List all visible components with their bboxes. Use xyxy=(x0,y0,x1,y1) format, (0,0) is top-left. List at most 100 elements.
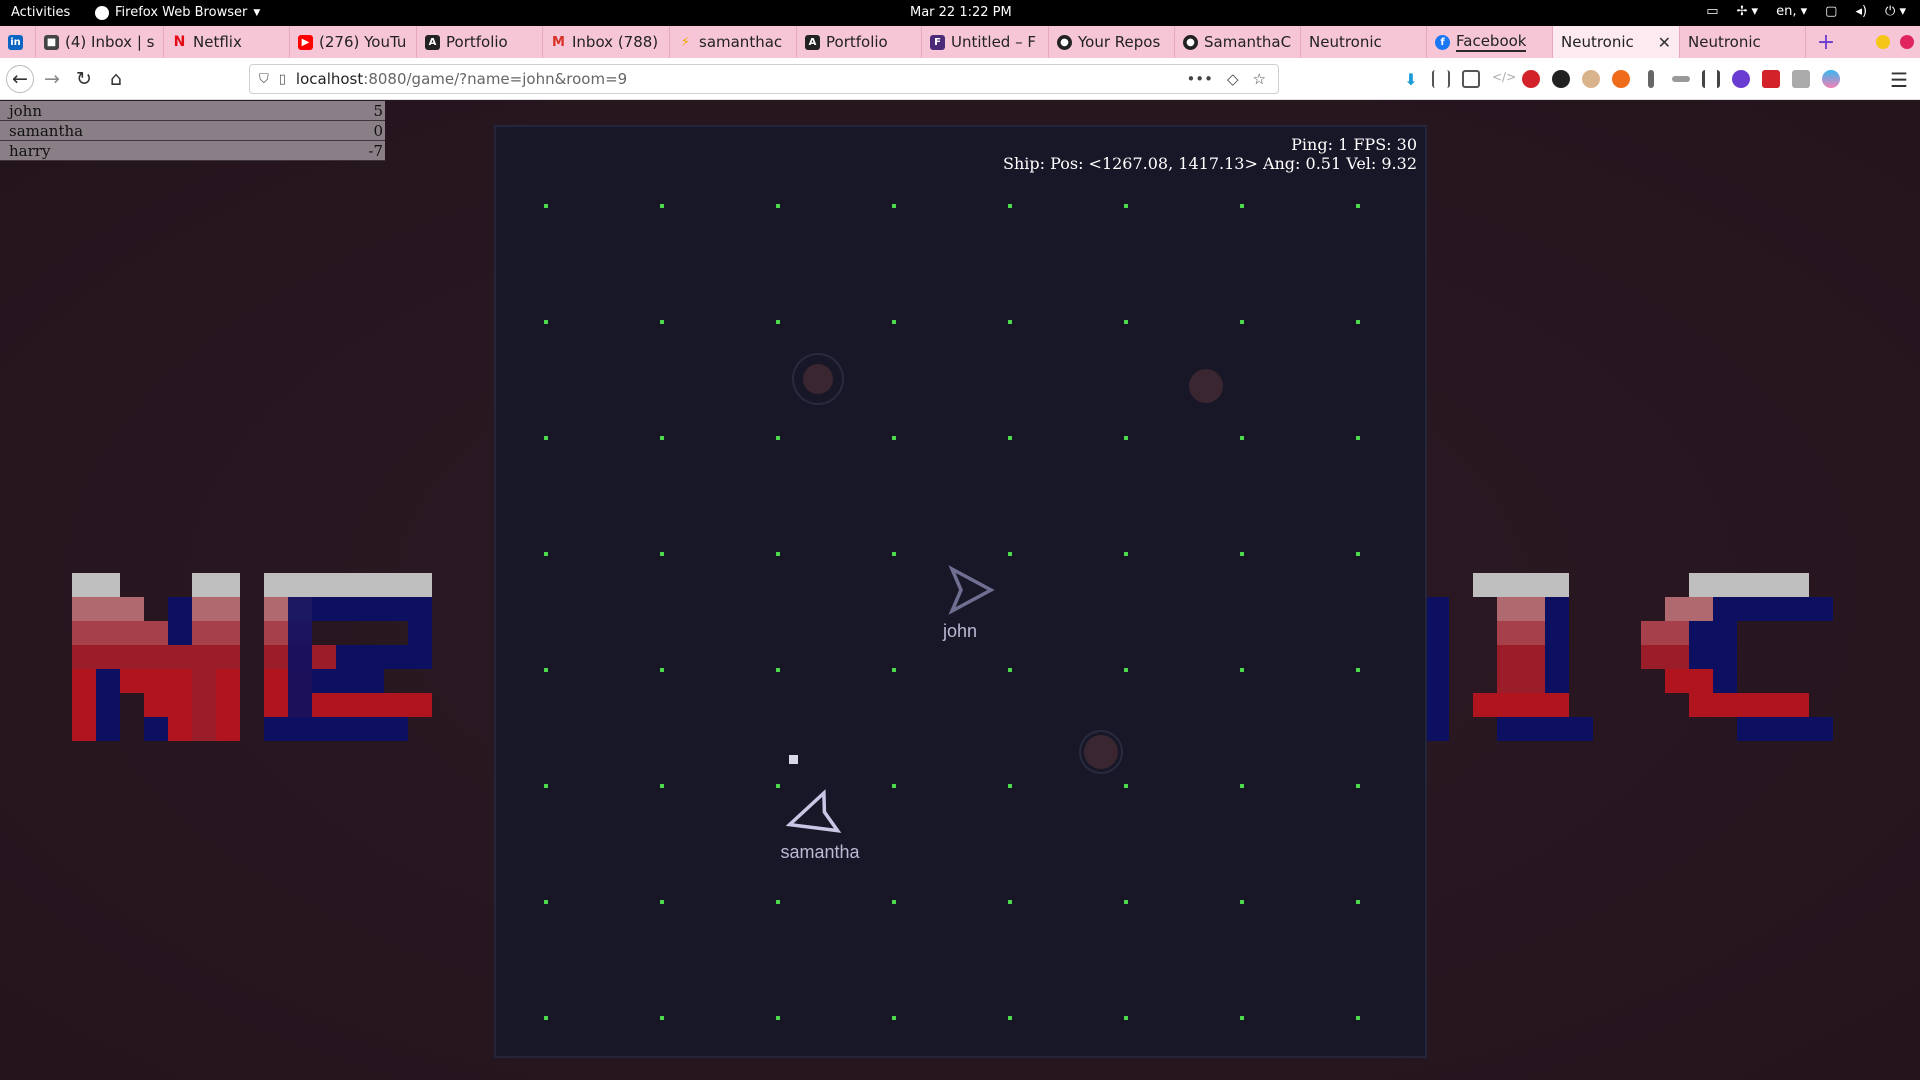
ship-info-readout: Ship: Pos: <1267.08, 1417.13> Ang: 0.51 … xyxy=(1003,154,1417,173)
back-button[interactable]: ← xyxy=(6,65,34,93)
grid-dot xyxy=(776,668,780,672)
screen-icon[interactable]: ▭ xyxy=(1706,4,1718,19)
player-score: 0 xyxy=(373,121,383,140)
grid-dot xyxy=(1008,204,1012,208)
grid-dot xyxy=(1356,1016,1360,1020)
sidebar-icon[interactable] xyxy=(1462,70,1480,88)
game-canvas[interactable]: Ping: 1 FPS: 30 Ship: Pos: <1267.08, 141… xyxy=(494,125,1427,1058)
tab-gmail[interactable]: M Inbox (788) xyxy=(543,26,670,58)
grid-dot xyxy=(776,1016,780,1020)
player-score: -7 xyxy=(368,141,383,160)
game-field xyxy=(544,204,1360,1020)
tab-linkedin[interactable]: in xyxy=(0,26,36,58)
lock-icon: ■ xyxy=(44,34,59,50)
tab-neutronic-active[interactable]: Neutronic ✕ xyxy=(1553,26,1680,58)
minimize-icon[interactable] xyxy=(1876,35,1890,49)
bookmark-star-icon[interactable]: ☆ xyxy=(1253,70,1266,88)
extension-bars-icon[interactable] xyxy=(1702,70,1720,88)
adblock-icon[interactable] xyxy=(1522,70,1540,88)
volume-icon[interactable]: ◂) xyxy=(1855,4,1867,19)
page-actions-icon[interactable]: ••• xyxy=(1186,70,1213,88)
tab-portfolio-2[interactable]: A Portfolio xyxy=(797,26,922,58)
accessibility-icon[interactable]: ✢ ▾ xyxy=(1737,4,1759,19)
grid-dot xyxy=(660,900,664,904)
url-text[interactable]: localhost:8080/game/?name=john&room=9 xyxy=(296,70,627,88)
grid-dot xyxy=(1008,436,1012,440)
tab-neutronic-3[interactable]: Neutronic xyxy=(1680,26,1806,58)
grid-dot xyxy=(1124,900,1128,904)
tab-figma[interactable]: F Untitled – F xyxy=(922,26,1049,58)
extension-bird-icon[interactable] xyxy=(1552,70,1570,88)
extension-wave-icon[interactable] xyxy=(1672,76,1690,82)
tab-samanthac[interactable]: ⚡ samanthac xyxy=(670,26,797,58)
app-menu[interactable]: Firefox Web Browser ▼ xyxy=(95,5,260,20)
grid-dot xyxy=(892,784,896,788)
clock[interactable]: Mar 22 1:22 PM xyxy=(910,5,1012,20)
tab-youtube[interactable]: ▶ (276) YouTu xyxy=(290,26,417,58)
extension-gradient-icon[interactable] xyxy=(1822,70,1840,88)
tab-github-samanthac[interactable]: ● SamanthaC xyxy=(1175,26,1301,58)
eyedropper-icon[interactable] xyxy=(1648,70,1654,88)
tab-strip: in ■ (4) Inbox | s N Netflix ▶ (276) You… xyxy=(0,26,1920,58)
library-icon[interactable] xyxy=(1432,70,1450,88)
grid-dot xyxy=(1124,204,1128,208)
grid-dot xyxy=(776,436,780,440)
shield-icon[interactable]: ⛉ xyxy=(259,72,269,87)
linkedin-icon: in xyxy=(8,34,23,50)
grid-dot xyxy=(1356,668,1360,672)
system-tray[interactable]: ▭ ✢ ▾ en, ▾ ▢ ◂) ⏻ ▾ xyxy=(1706,4,1906,19)
activities-button[interactable]: Activities xyxy=(11,5,70,20)
extension-monkey-icon[interactable] xyxy=(1582,70,1600,88)
gmail-icon: M xyxy=(552,34,565,50)
close-tab-icon[interactable]: ✕ xyxy=(1658,33,1671,52)
new-tab-button[interactable]: + xyxy=(1806,26,1846,58)
devtools-icon[interactable]: </> xyxy=(1492,70,1516,88)
netflix-icon: N xyxy=(173,34,186,50)
grid-dot xyxy=(660,320,664,324)
download-icon[interactable]: ⬇ xyxy=(1402,70,1420,89)
forward-button[interactable]: → xyxy=(40,67,64,91)
player-name: john xyxy=(9,101,43,120)
extension-orange-icon[interactable] xyxy=(1612,70,1630,88)
grid-dot xyxy=(776,320,780,324)
grid-dot xyxy=(544,320,548,324)
window-icon[interactable]: ▢ xyxy=(1825,4,1837,19)
extension-red-icon[interactable] xyxy=(1762,70,1780,88)
tab-neutronic-1[interactable]: Neutronic xyxy=(1301,26,1427,58)
close-window-icon[interactable] xyxy=(1900,35,1914,49)
app-name: Firefox Web Browser xyxy=(115,5,248,20)
grid-dot xyxy=(1240,552,1244,556)
youtube-icon: ▶ xyxy=(298,34,313,50)
tab-portfolio-1[interactable]: A Portfolio xyxy=(417,26,543,58)
tab-inbox-proton[interactable]: ■ (4) Inbox | s xyxy=(36,26,164,58)
extension-purple-icon[interactable] xyxy=(1732,70,1750,88)
grid-dot xyxy=(1008,668,1012,672)
grid-dot xyxy=(1356,552,1360,556)
power-icon[interactable]: ⏻ ▾ xyxy=(1885,4,1906,19)
neutronic-logo-right xyxy=(1425,573,1833,741)
home-button[interactable]: ⌂ xyxy=(104,67,128,91)
grid-dot xyxy=(1240,436,1244,440)
navigation-toolbar: ← → ↻ ⌂ ⛉ ▯ localhost:8080/game/?name=jo… xyxy=(0,58,1920,100)
grid-dot xyxy=(1008,784,1012,788)
player-label-samantha: samantha xyxy=(780,842,860,862)
language-indicator[interactable]: en, ▾ xyxy=(1776,4,1807,19)
score-row: john 5 xyxy=(0,101,385,121)
pocket-icon[interactable]: ◇ xyxy=(1227,70,1239,88)
grid-dot xyxy=(1356,436,1360,440)
tab-netflix[interactable]: N Netflix xyxy=(164,26,290,58)
player-label-john: john xyxy=(942,621,978,641)
hamburger-menu-icon[interactable]: ☰ xyxy=(1890,68,1908,92)
figma-icon: F xyxy=(930,34,945,50)
extension-grey-icon[interactable] xyxy=(1792,70,1810,88)
tab-facebook[interactable]: f Facebook xyxy=(1427,26,1553,58)
reload-button[interactable]: ↻ xyxy=(72,67,96,91)
score-row: harry -7 xyxy=(0,141,385,161)
page-icon[interactable]: ▯ xyxy=(279,72,286,87)
grid-dot xyxy=(892,320,896,324)
grid-dot xyxy=(892,436,896,440)
planet xyxy=(1189,369,1223,403)
address-bar[interactable]: ⛉ ▯ localhost:8080/game/?name=john&room=… xyxy=(249,64,1279,94)
tab-your-repos[interactable]: ● Your Repos xyxy=(1049,26,1175,58)
github-icon: ● xyxy=(1183,34,1198,50)
